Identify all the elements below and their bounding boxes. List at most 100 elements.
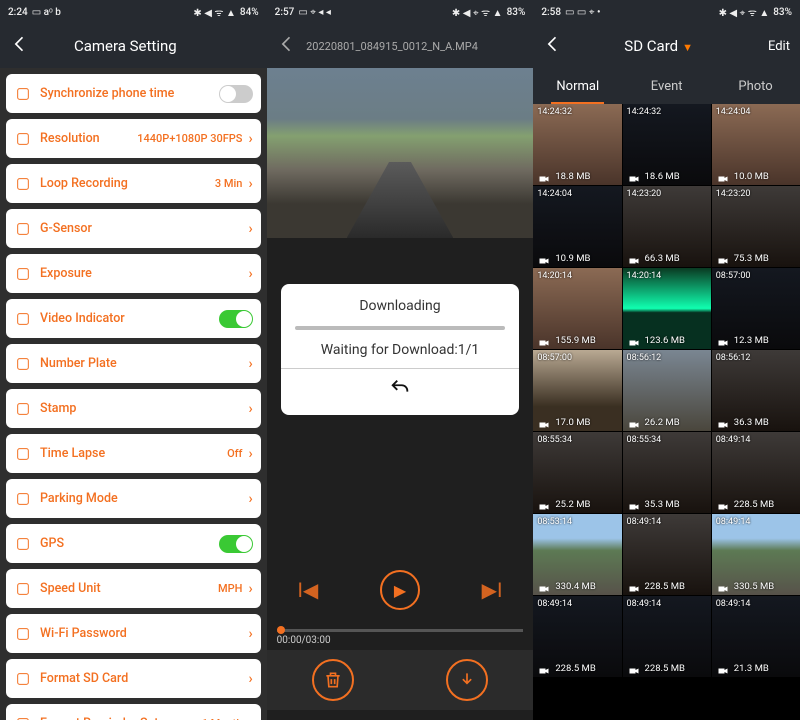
status-bar: 2:58 ▭ ▭ ⌖ • ✱ ◀ ⌖ ᯤ ▲ 83% (533, 0, 800, 24)
video-thumb[interactable]: 14:23:2066.3 MB (623, 186, 711, 267)
back-button[interactable] (10, 34, 34, 59)
setting-label: Parking Mode (40, 491, 248, 506)
thumb-timestamp: 14:20:14 (537, 271, 572, 281)
video-thumb[interactable]: 08:55:3425.2 MB (533, 432, 621, 513)
setting-number-plate[interactable]: Number Plate› (6, 344, 261, 383)
video-icon (627, 170, 641, 182)
video-thumb[interactable]: 08:49:1421.3 MB (712, 596, 800, 677)
video-thumb[interactable]: 08:55:3435.3 MB (623, 432, 711, 513)
chevron-right-icon: › (248, 356, 252, 372)
thumb-timestamp: 08:49:14 (537, 599, 572, 609)
edit-button[interactable]: Edit (750, 39, 790, 54)
prev-button[interactable]: I◀ (297, 578, 318, 602)
setting-gps[interactable]: GPS (6, 524, 261, 563)
video-preview[interactable] (267, 68, 534, 238)
thumb-timestamp: 08:49:14 (627, 599, 662, 609)
video-thumb[interactable]: 08:49:14228.5 MB (623, 596, 711, 677)
video-icon (537, 662, 551, 674)
video-thumb[interactable]: 14:20:14155.9 MB (533, 268, 621, 349)
setting-parking-mode[interactable]: Parking Mode› (6, 479, 261, 518)
reminder-icon (14, 715, 32, 720)
thumb-size: 21.3 MB (734, 663, 769, 674)
video-icon (537, 498, 551, 510)
setting-speed-unit[interactable]: Speed UnitMPH› (6, 569, 261, 608)
thumb-size: 26.2 MB (645, 417, 680, 428)
setting-synchronize-phone-time[interactable]: Synchronize phone time (6, 74, 261, 113)
setting-video-indicator[interactable]: Video Indicator (6, 299, 261, 338)
setting-wi-fi-password[interactable]: Wi-Fi Password› (6, 614, 261, 653)
setting-g-sensor[interactable]: G-Sensor› (6, 209, 261, 248)
setting-time-lapse[interactable]: Time LapseOff› (6, 434, 261, 473)
video-thumb[interactable]: 08:56:1236.3 MB (712, 350, 800, 431)
download-button[interactable] (446, 659, 488, 701)
video-thumb[interactable]: 14:23:2075.3 MB (712, 186, 800, 267)
setting-stamp[interactable]: Stamp› (6, 389, 261, 428)
playback-controls: I◀ ▶ ▶I (267, 570, 534, 610)
exposure-icon (14, 265, 32, 283)
delete-button[interactable] (312, 659, 354, 701)
seek-bar[interactable] (277, 629, 524, 632)
gallery-title[interactable]: SD Card▼ (567, 37, 750, 55)
video-grid[interactable]: 14:24:3218.8 MB14:24:3218.6 MB14:24:0410… (533, 104, 800, 720)
tab-event[interactable]: Event (622, 68, 711, 104)
chevron-right-icon: › (248, 446, 252, 462)
setting-label: Number Plate (40, 356, 248, 371)
thumb-size: 35.3 MB (645, 499, 680, 510)
thumb-size: 228.5 MB (645, 581, 685, 592)
video-thumb[interactable]: 14:24:3218.8 MB (533, 104, 621, 185)
setting-loop-recording[interactable]: Loop Recording3 Min› (6, 164, 261, 203)
tab-normal[interactable]: Normal (533, 68, 622, 104)
setting-resolution[interactable]: Resolution1440P+1080P 30FPS› (6, 119, 261, 158)
back-button[interactable] (543, 34, 567, 59)
settings-list[interactable]: Synchronize phone time Resolution1440P+10… (0, 68, 267, 720)
status-battery: 83% (507, 7, 526, 18)
setting-label: Wi-Fi Password (40, 626, 248, 641)
thumb-size: 330.5 MB (734, 581, 774, 592)
setting-exposure[interactable]: Exposure› (6, 254, 261, 293)
toggle[interactable] (219, 85, 253, 103)
download-dialog: Downloading Waiting for Download:1/1 (281, 284, 520, 415)
back-button[interactable] (277, 34, 301, 59)
video-ind-icon (14, 310, 32, 328)
status-left-icons: ▭ ▭ ⌖ • (565, 7, 600, 18)
video-thumb[interactable]: 08:56:1226.2 MB (623, 350, 711, 431)
setting-value: 1440P+1080P 30FPS (137, 132, 242, 145)
video-thumb[interactable]: 08:57:0017.0 MB (533, 350, 621, 431)
status-time: 2:58 (541, 7, 561, 18)
next-button[interactable]: ▶I (482, 578, 503, 602)
setting-label: Time Lapse (40, 446, 227, 461)
tab-photo[interactable]: Photo (711, 68, 800, 104)
video-thumb[interactable]: 08:53:14330.4 MB (533, 514, 621, 595)
thumb-timestamp: 08:55:34 (537, 435, 572, 445)
video-thumb[interactable]: 14:24:0410.9 MB (533, 186, 621, 267)
toggle[interactable] (219, 535, 253, 553)
settings-header: Camera Setting (0, 24, 267, 68)
status-left-icons: ▭ ⌖ ◂ ◂ (298, 7, 331, 18)
chevron-right-icon: › (248, 581, 252, 597)
chevron-right-icon: › (248, 221, 252, 237)
download-progress (295, 326, 506, 330)
chevron-right-icon: › (248, 491, 252, 507)
setting-format-reminder-setup[interactable]: Format Reminder Setup1 Month› (6, 704, 261, 720)
setting-format-sd-card[interactable]: Format SD Card› (6, 659, 261, 698)
play-button[interactable]: ▶ (380, 570, 420, 610)
video-thumb[interactable]: 14:24:0410.0 MB (712, 104, 800, 185)
video-thumb[interactable]: 08:57:0012.3 MB (712, 268, 800, 349)
video-thumb[interactable]: 08:49:14228.5 MB (533, 596, 621, 677)
video-thumb[interactable]: 14:20:14123.6 MB (623, 268, 711, 349)
phone-icon (14, 85, 32, 103)
thumb-size: 330.4 MB (555, 581, 595, 592)
setting-label: Synchronize phone time (40, 86, 219, 101)
dialog-title: Downloading (295, 298, 506, 314)
video-thumb[interactable]: 08:49:14 228.5 MB (623, 514, 711, 595)
video-thumb[interactable]: 14:24:3218.6 MB (623, 104, 711, 185)
thumb-timestamp: 08:49:14 (627, 517, 662, 527)
thumb-timestamp: 08:56:12 (716, 353, 751, 363)
toggle[interactable] (219, 310, 253, 328)
dialog-cancel-button[interactable] (295, 377, 506, 405)
video-icon (537, 580, 551, 592)
video-thumb[interactable]: 08:49:14330.5 MB (712, 514, 800, 595)
video-thumb[interactable]: 08:49:14228.5 MB (712, 432, 800, 513)
setting-label: G-Sensor (40, 221, 248, 236)
status-bar: 2:57 ▭ ⌖ ◂ ◂ ✱ ◀ ⌖ ᯤ ▲ 83% (267, 0, 534, 24)
